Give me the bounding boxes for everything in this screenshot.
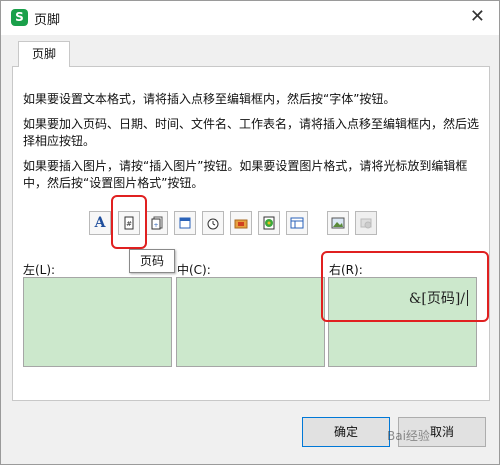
picture-icon [331, 217, 345, 229]
instruction-text-3: 如果要插入图片，请按“插入图片”按钮。如果要设置图片格式，请将光标放到编辑框中，… [23, 159, 468, 190]
app-logo-icon: S [11, 9, 28, 26]
time-button[interactable] [202, 211, 224, 235]
left-section-input[interactable] [23, 277, 172, 367]
left-section-label: 左(L): [23, 263, 56, 277]
total-pages-icon: + [151, 216, 163, 230]
insert-picture-button[interactable] [327, 211, 349, 235]
file-name-button[interactable] [258, 211, 280, 235]
total-pages-button[interactable]: + [146, 211, 168, 235]
file-name-icon [263, 216, 275, 230]
font-button[interactable]: A [89, 211, 111, 235]
folder-icon [234, 219, 248, 229]
page-number-highlight [111, 195, 147, 249]
sheet-name-button[interactable] [286, 211, 308, 235]
svg-text:+: + [153, 222, 158, 229]
calendar-icon [179, 217, 191, 229]
instruction-text-1: 如果要设置文本格式，请将插入点移至编辑框内，然后按“字体”按钮。 [23, 92, 396, 106]
date-button[interactable] [174, 211, 196, 235]
center-section-input[interactable] [176, 277, 325, 367]
file-path-button[interactable] [230, 211, 252, 235]
font-icon: A [94, 215, 106, 231]
footer-dialog: S 页脚 ✕ 页脚 如果要设置文本格式，请将插入点移至编辑框内，然后按“字体”按… [0, 0, 500, 465]
tab-footer[interactable]: 页脚 [18, 41, 70, 67]
right-section-highlight [321, 251, 489, 322]
close-icon[interactable]: ✕ [470, 7, 485, 27]
ok-button[interactable]: 确定 [302, 417, 390, 447]
format-picture-button[interactable] [355, 211, 377, 235]
format-picture-icon [360, 218, 372, 229]
page-number-tooltip: 页码 [129, 249, 175, 273]
watermark: Bai经验 [387, 429, 430, 443]
center-section-label: 中(C): [177, 263, 211, 277]
clock-icon [207, 218, 219, 230]
window-title: 页脚 [34, 13, 61, 28]
sheet-name-icon [290, 217, 304, 229]
instruction-text-2: 如果要加入页码、日期、时间、文件名、工作表名，请将插入点移至编辑框内，然后选择相… [23, 117, 480, 148]
title-bar: S 页脚 ✕ [1, 1, 499, 35]
